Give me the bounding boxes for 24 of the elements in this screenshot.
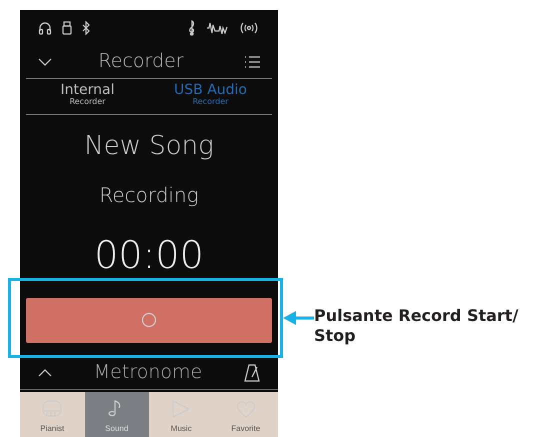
bluetooth-icon (82, 20, 90, 34)
metronome-label: Metronome (92, 360, 204, 386)
recorder-tab[interactable]: USB Audio Recorder (149, 79, 272, 114)
metronome-icon[interactable] (244, 364, 260, 382)
ring-icon (141, 312, 157, 328)
song-name: New Song (84, 130, 214, 163)
list-menu-icon[interactable] (244, 54, 260, 68)
chevron-up-icon[interactable] (38, 368, 52, 378)
nav-tab[interactable]: Music (149, 392, 214, 437)
callout-label: Pulsante Record Start/ Stop (314, 306, 520, 346)
chevron-down-icon[interactable] (38, 56, 52, 66)
nav-tab[interactable]: Pianist (20, 392, 84, 437)
sound-wave-icon (206, 22, 228, 34)
treble-clef-icon (188, 20, 196, 36)
nav-tab[interactable]: Sound (84, 392, 149, 437)
callout-arrow (282, 309, 314, 327)
wireless-icon (238, 20, 260, 34)
header-title: Recorder (97, 49, 185, 74)
recording-status: Recording (99, 182, 199, 209)
time-display: 00:00 (94, 236, 204, 274)
recorder-tab[interactable]: Internal Recorder (26, 79, 149, 114)
usb-drive-icon (62, 20, 72, 34)
nav-tab[interactable]: Favorite (214, 392, 278, 437)
headphones-icon (38, 20, 52, 34)
